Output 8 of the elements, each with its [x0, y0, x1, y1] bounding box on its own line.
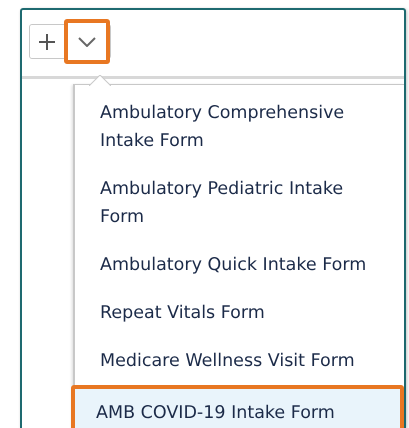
- menu-item[interactable]: Ambulatory Pediatric Intake Form: [75, 165, 404, 241]
- menu-item[interactable]: AMB COVID-19 Intake Form: [71, 385, 404, 428]
- menu-item[interactable]: Medicare Wellness Visit Form: [75, 337, 404, 385]
- chevron-down-icon: [78, 36, 96, 46]
- menu-item[interactable]: Ambulatory Quick Intake Form: [75, 241, 404, 289]
- menu-item[interactable]: Repeat Vitals Form: [75, 289, 404, 337]
- plus-icon: [38, 32, 56, 50]
- menu-item[interactable]: Ambulatory Comprehensive Intake Form: [75, 89, 404, 165]
